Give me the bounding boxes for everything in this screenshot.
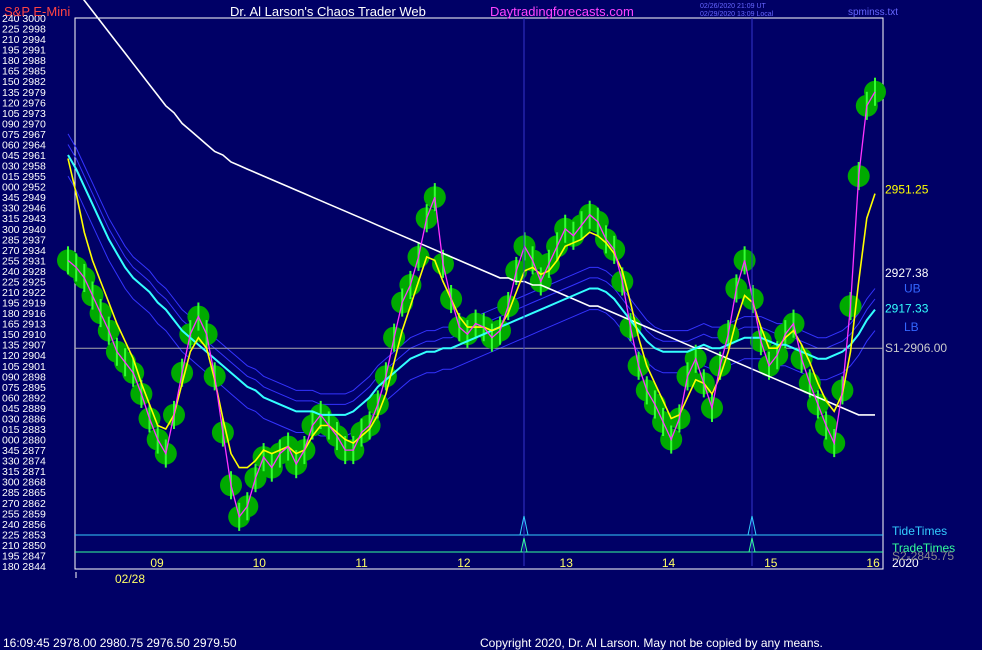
right-price-label: 2917.33 — [885, 301, 929, 315]
file-label: spminss.txt — [848, 7, 898, 18]
symbol-label: S&P E-Mini — [4, 4, 70, 19]
s2-label: S2-2845.75 — [892, 549, 954, 563]
site-link[interactable]: Daytradingforecasts.com — [490, 4, 634, 19]
time-markers — [75, 18, 883, 566]
day-axis-labels: 09 10 11 12 13 14 15 16 — [75, 556, 880, 578]
copyright: Copyright 2020, Dr. Al Larson. May not b… — [480, 636, 823, 650]
right-price-label: 2951.25 — [885, 182, 929, 196]
right-price-label: UB — [904, 282, 921, 296]
x-day-label: 10 — [253, 556, 267, 570]
x-day-label: 15 — [764, 556, 778, 570]
chart-area: 240 3000225 2998210 2994195 2991180 2988… — [2, 0, 955, 650]
time-line-1: 02/26/2020 21:09 UT — [700, 3, 766, 10]
x-day-label: 11 — [355, 556, 368, 570]
right-price-label: S1-2906.00 — [885, 341, 947, 355]
long-ma-line — [82, 0, 875, 416]
chart-title: Dr. Al Larson's Chaos Trader Web — [230, 4, 426, 19]
tide-times-label: TideTimes — [892, 524, 947, 538]
green-dots — [57, 77, 886, 531]
x-day-label: 12 — [457, 556, 471, 570]
time-line-2: 02/29/2020 13:09 Local — [700, 11, 774, 18]
channel-bands — [67, 133, 883, 437]
x-date-label: 02/28 — [115, 572, 145, 586]
x-day-label: 14 — [662, 556, 676, 570]
price-line — [67, 91, 876, 519]
x-day-label: 13 — [560, 556, 574, 570]
x-day-label: 09 — [150, 556, 164, 570]
left-axis-labels: 240 3000225 2998210 2994195 2991180 2988… — [2, 13, 46, 573]
right-price-label: 2927.38 — [885, 266, 929, 280]
right-price-labels: 2951.25 2927.38 UB 2917.33 LB S1-2906.00 — [885, 182, 947, 355]
x-day-label: 16 — [866, 556, 880, 570]
right-price-label: LB — [904, 320, 919, 334]
y-tick-label: 180 2844 — [2, 561, 46, 573]
ohlc-readout: 16:09:45 2978.00 2980.75 2976.50 2979.50 — [3, 636, 237, 650]
